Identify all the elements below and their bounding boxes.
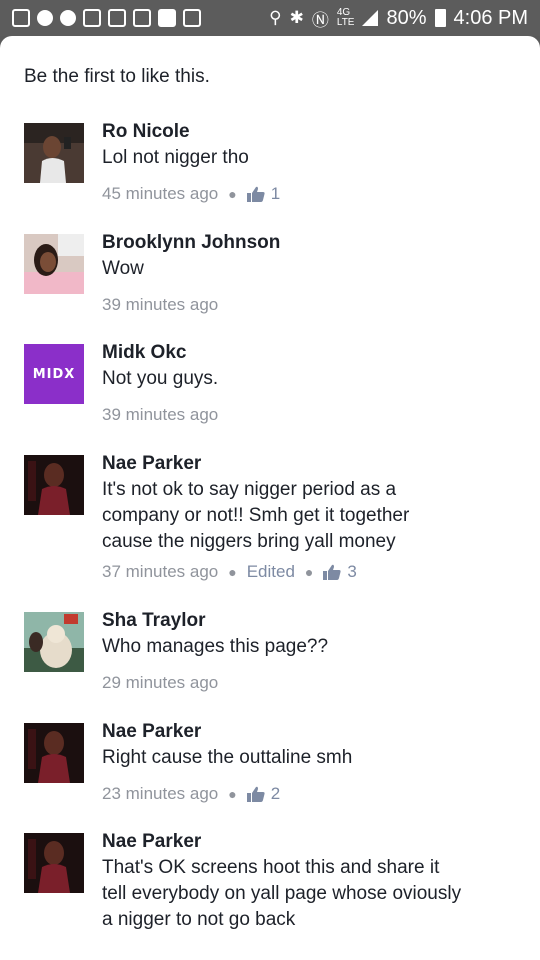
avatar[interactable] <box>24 612 84 672</box>
comment-text-line: tell everybody on yall page whose ovious… <box>102 883 462 904</box>
network-type: 4G LTE <box>336 7 355 28</box>
comment-text: Lol not nigger tho <box>102 147 249 168</box>
separator-dot: ● <box>228 564 237 580</box>
comment-text-line: cause the niggers bring yall money <box>102 531 396 552</box>
comment-text: Wow <box>102 258 144 279</box>
like-count[interactable]: 1 <box>246 183 280 205</box>
commenter-name[interactable]: Nae Parker <box>102 719 522 745</box>
app-icon <box>60 10 76 26</box>
comment-text-line: company or not!! Smh get it together <box>102 505 410 526</box>
battery-icon <box>434 9 446 27</box>
nfc-icon: Ⓝ <box>311 10 329 31</box>
comment-text: Not you guys. <box>102 368 219 389</box>
comment-time[interactable]: 29 minutes ago <box>102 672 218 694</box>
separator-dot: ● <box>304 564 314 580</box>
facebook-icon <box>158 9 176 27</box>
comment-text: Who manages this page?? <box>102 636 329 657</box>
chat-icon <box>12 9 30 27</box>
comment-time[interactable]: 23 minutes ago <box>102 783 218 805</box>
lock-icon <box>183 9 201 27</box>
clock: 4:06 PM <box>453 6 528 29</box>
likes-prompt[interactable]: Be the first to like this. <box>24 66 210 88</box>
comment-text: Right cause the outtaline smh <box>102 747 353 768</box>
separator-dot: ● <box>228 186 237 202</box>
commenter-name[interactable]: Nae Parker <box>102 451 522 477</box>
comment-text-line: a nigger to not go back <box>102 909 296 930</box>
like-count[interactable]: 3 <box>323 561 357 583</box>
separator-dot: ● <box>228 786 237 802</box>
comment-meta: 37 minutes ago ● Edited ● 3 <box>102 561 522 583</box>
commenter-name[interactable]: Nae Parker <box>102 829 522 855</box>
thumbs-up-icon <box>323 564 341 580</box>
like-count[interactable]: 2 <box>246 783 280 805</box>
comment-meta: 29 minutes ago <box>102 672 522 694</box>
comment-meta: 39 minutes ago <box>102 404 522 426</box>
avatar[interactable] <box>24 123 84 183</box>
commenter-name[interactable]: Brooklynn Johnson <box>102 230 522 256</box>
app-icon <box>37 10 53 26</box>
comment-time[interactable]: 39 minutes ago <box>102 294 218 316</box>
avatar[interactable] <box>24 833 84 893</box>
comments-panel: Be the first to like this. Ro Nicole Lol… <box>0 36 540 960</box>
avatar[interactable] <box>24 455 84 515</box>
commenter-name[interactable]: Midk Okc <box>102 340 522 366</box>
comment-time[interactable]: 39 minutes ago <box>102 404 218 426</box>
avatar[interactable] <box>24 234 84 294</box>
comment-time[interactable]: 37 minutes ago <box>102 561 218 583</box>
signal-icon <box>362 10 379 26</box>
image-icon <box>133 9 151 27</box>
comment-meta: 39 minutes ago <box>102 294 522 316</box>
battery-percent: 80% <box>386 6 427 29</box>
thumbs-up-icon <box>246 186 265 202</box>
edited-label[interactable]: Edited <box>247 561 295 583</box>
comment-text-line: That's OK screens hoot this and share it <box>102 857 440 878</box>
thumbs-up-icon <box>246 786 265 802</box>
comment-meta: 23 minutes ago ● 2 <box>102 783 522 805</box>
comment-text-line: It's not ok to say nigger period as a <box>102 479 397 500</box>
avatar[interactable]: MIDX <box>24 344 84 404</box>
midk-logo: MIDX <box>32 366 76 382</box>
comment-time[interactable]: 45 minutes ago <box>102 183 218 205</box>
bluetooth-icon: ✱ <box>289 8 304 28</box>
system-icons: ⚲ ✱ Ⓝ 4G LTE 80% 4:06 PM <box>269 6 528 31</box>
calendar-icon <box>83 9 101 27</box>
commenter-name[interactable]: Sha Traylor <box>102 608 522 634</box>
status-bar: ⚲ ✱ Ⓝ 4G LTE 80% 4:06 PM <box>0 0 540 36</box>
location-icon: ⚲ <box>269 8 282 28</box>
avatar[interactable] <box>24 723 84 783</box>
comment-meta: 45 minutes ago ● 1 <box>102 183 522 205</box>
notification-icons <box>12 9 201 27</box>
commenter-name[interactable]: Ro Nicole <box>102 119 522 145</box>
3d-icon <box>108 9 126 27</box>
